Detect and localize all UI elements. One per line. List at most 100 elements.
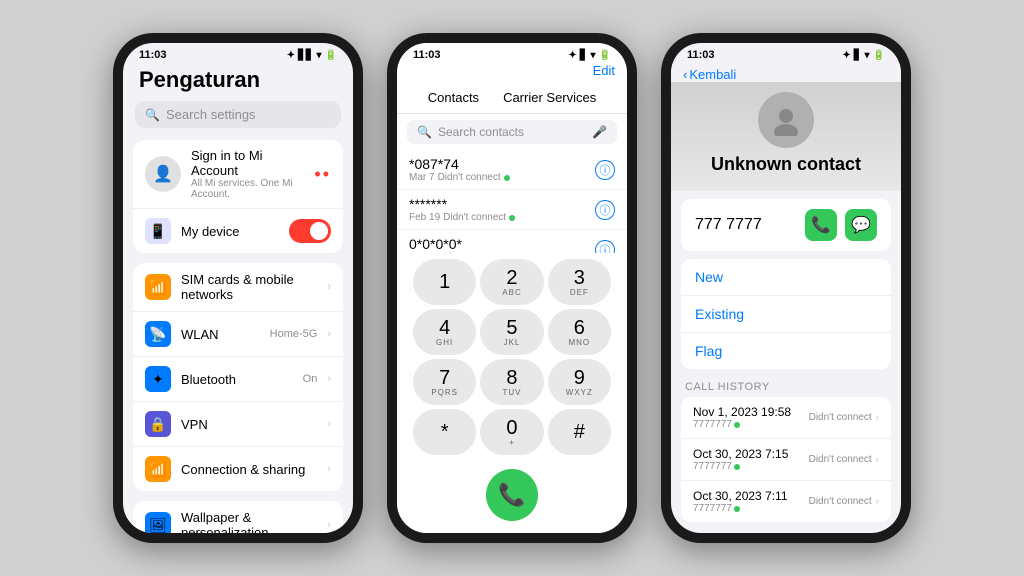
device-item[interactable]: 📱 My device	[133, 209, 343, 253]
call-action-button[interactable]: 📞	[805, 209, 837, 241]
battery-icon-2: 🔋	[599, 50, 611, 61]
dial-1[interactable]: 1	[413, 259, 476, 305]
vpn-chevron: ›	[327, 418, 331, 430]
time-3: 11:03	[687, 49, 715, 61]
dial-hash[interactable]: #	[548, 409, 611, 455]
option-existing[interactable]: Existing	[681, 296, 891, 333]
dial-8[interactable]: 8TUV	[480, 359, 543, 405]
call-info-1: ******* Feb 19 Didn't connect	[409, 196, 595, 223]
message-action-button[interactable]: 💬	[845, 209, 877, 241]
dial-6[interactable]: 6MNO	[548, 309, 611, 355]
account-item[interactable]: 👤 Sign in to Mi Account All Mi services.…	[133, 140, 343, 209]
account-sub: All Mi services. One Mi Account.	[191, 178, 304, 200]
battery-icon-3: 🔋	[873, 50, 885, 61]
call-info-0: *087*74 Mar 7 Didn't connect	[409, 156, 595, 183]
dial-7[interactable]: 7PQRS	[413, 359, 476, 405]
bluetooth-status-icon: ✦	[287, 50, 295, 61]
sim-chevron: ›	[327, 281, 331, 293]
search-bar[interactable]: 🔍 Search settings	[135, 101, 341, 128]
history-item-0[interactable]: Nov 1, 2023 19:58 7777777 Didn't connect…	[681, 397, 891, 439]
option-new[interactable]: New	[681, 259, 891, 296]
history-num-1: 7777777	[693, 461, 809, 472]
back-chevron-icon: ‹	[683, 67, 687, 82]
call-button[interactable]: 📞	[486, 469, 538, 521]
info-btn-1[interactable]: ⓘ	[595, 200, 615, 220]
phones-container: 11:03 ✦ ▋▋ ▾ 🔋 Pengaturan 🔍 Search setti…	[0, 0, 1024, 576]
dial-3[interactable]: 3DEF	[548, 259, 611, 305]
history-date-2: Oct 30, 2023 7:11	[693, 489, 809, 503]
bottom-section: 🖼 Wallpaper & personalization › 🔆 Always…	[133, 501, 343, 533]
history-num-2: 7777777	[693, 503, 809, 514]
option-flag[interactable]: Flag	[681, 333, 891, 369]
contact-search-icon: 🔍	[417, 125, 432, 139]
wallpaper-icon: 🖼	[145, 512, 171, 533]
wallpaper-item[interactable]: 🖼 Wallpaper & personalization ›	[133, 501, 343, 533]
history-info-1: Oct 30, 2023 7:15 7777777	[693, 447, 809, 472]
call-log: *087*74 Mar 7 Didn't connect ⓘ *******	[397, 150, 627, 253]
bluetooth-item[interactable]: ✦ Bluetooth On ›	[133, 357, 343, 402]
status-icons-3: ✦ ▋ ▾ 🔋	[842, 50, 885, 61]
sim-item[interactable]: 📶 SIM cards & mobile networks ›	[133, 263, 343, 312]
status-icons-2: ✦ ▋ ▾ 🔋	[568, 50, 611, 61]
wlan-item[interactable]: 📡 WLAN Home-5G ›	[133, 312, 343, 357]
vpn-label: VPN	[181, 417, 317, 432]
history-item-1[interactable]: Oct 30, 2023 7:15 7777777 Didn't connect…	[681, 439, 891, 481]
sim-label: SIM cards & mobile networks	[181, 272, 317, 302]
wifi-icon: ▾	[317, 50, 322, 61]
dial-0[interactable]: 0+	[480, 409, 543, 455]
history-item-2[interactable]: Oct 30, 2023 7:11 7777777 Didn't connect…	[681, 481, 891, 522]
wallpaper-chevron: ›	[327, 519, 331, 531]
dial-2[interactable]: 2ABC	[480, 259, 543, 305]
vpn-item[interactable]: 🔒 VPN ›	[133, 402, 343, 447]
back-button[interactable]: ‹ Kembali	[683, 67, 736, 82]
bluetooth-chevron: ›	[327, 373, 331, 385]
wallpaper-label: Wallpaper & personalization	[181, 510, 317, 533]
time-1: 11:03	[139, 49, 167, 61]
edit-button[interactable]: Edit	[593, 63, 615, 78]
contact-name: Unknown contact	[711, 154, 861, 175]
dialpad: 1 2ABC 3DEF 4GHI 5JKL 6MNO 7PQRS 8TUV 9W…	[397, 253, 627, 461]
dial-9[interactable]: 9WXYZ	[548, 359, 611, 405]
wifi-icon-3: ▾	[865, 50, 870, 61]
bt-icon-2: ✦	[568, 50, 576, 61]
call-status-1: Didn't connect	[443, 212, 506, 223]
history-dot-1	[734, 464, 740, 470]
connection-icon: 📶	[145, 456, 171, 482]
settings-screen: 11:03 ✦ ▋▋ ▾ 🔋 Pengaturan 🔍 Search setti…	[123, 43, 353, 533]
history-status-2: Didn't connect	[809, 496, 872, 507]
call-history-items: Nov 1, 2023 19:58 7777777 Didn't connect…	[681, 397, 891, 522]
call-status-0: Didn't connect	[438, 172, 501, 183]
dial-5[interactable]: 5JKL	[480, 309, 543, 355]
device-toggle[interactable]	[289, 219, 331, 243]
dial-star[interactable]: *	[413, 409, 476, 455]
bluetooth-value: On	[303, 373, 318, 385]
connection-item[interactable]: 📶 Connection & sharing ›	[133, 447, 343, 491]
account-avatar: 👤	[145, 156, 181, 192]
history-chevron-0: ›	[876, 412, 879, 423]
signal-icon: ▋▋	[298, 50, 313, 61]
call-number-2: 0*0*0*0*	[409, 236, 595, 252]
status-bar-3: 11:03 ✦ ▋ ▾ 🔋	[671, 43, 901, 63]
call-meta-0: Mar 7 Didn't connect	[409, 172, 595, 183]
history-chevron-2: ›	[876, 496, 879, 507]
call-number-1: *******	[409, 196, 595, 212]
dial-4[interactable]: 4GHI	[413, 309, 476, 355]
time-2: 11:03	[413, 49, 441, 61]
phone-dialer: 11:03 ✦ ▋ ▾ 🔋 Edit Contacts Carrier Serv…	[387, 33, 637, 543]
call-item-0[interactable]: *087*74 Mar 7 Didn't connect ⓘ	[397, 150, 627, 190]
call-item-2[interactable]: 0*0*0*0* Jan 8 Didn't connect ⓘ	[397, 230, 627, 253]
status-icons-1: ✦ ▋▋ ▾ 🔋	[287, 50, 337, 61]
device-label: My device	[181, 224, 279, 239]
tab-carrier[interactable]: Carrier Services	[491, 86, 608, 113]
wlan-icon: 📡	[145, 321, 171, 347]
info-btn-2[interactable]: ⓘ	[595, 240, 615, 254]
tab-contacts[interactable]: Contacts	[416, 86, 491, 113]
call-item-1[interactable]: ******* Feb 19 Didn't connect ⓘ	[397, 190, 627, 230]
contact-options: New Existing Flag	[681, 259, 891, 369]
call-history-section: Call history Nov 1, 2023 19:58 7777777 D…	[681, 377, 891, 522]
account-name: Sign in to Mi Account	[191, 148, 304, 178]
notification-dots: ••	[314, 164, 331, 185]
info-btn-0[interactable]: ⓘ	[595, 160, 615, 180]
battery-icon: 🔋	[325, 50, 337, 61]
contact-search[interactable]: 🔍 Search contacts 🎤	[407, 120, 617, 144]
